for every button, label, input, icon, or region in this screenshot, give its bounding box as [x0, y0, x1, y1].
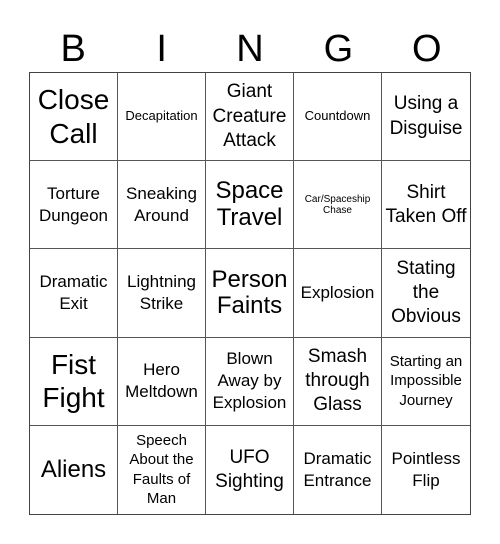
bingo-cell[interactable]: Dramatic Exit [30, 249, 118, 338]
bingo-cell[interactable]: UFO Sighting [206, 425, 294, 514]
bingo-cell[interactable]: Lightning Strike [118, 249, 206, 338]
bingo-cell[interactable]: Sneaking Around [118, 161, 206, 250]
bingo-cell[interactable]: Shirt Taken Off [382, 161, 470, 250]
bingo-cell[interactable]: Countdown [294, 73, 382, 162]
bingo-cell[interactable]: Giant Creature Attack [206, 73, 294, 162]
header-letter-b: B [60, 28, 86, 70]
bingo-cell[interactable]: Fist Fight [30, 337, 118, 426]
bingo-cell[interactable]: Car/Spaceship Chase [294, 161, 382, 250]
bingo-cell[interactable]: Pointless Flip [382, 426, 470, 514]
bingo-cell[interactable]: Person Faints [206, 249, 294, 338]
bingo-cell[interactable]: Aliens [30, 425, 118, 514]
bingo-cell[interactable]: Speech About the Faults of Man [118, 425, 206, 514]
bingo-cell[interactable]: Using a Disguise [382, 73, 470, 162]
header-letter-i: I [156, 28, 167, 70]
bingo-cell[interactable]: Decapitation [118, 73, 206, 162]
header-letter-o: O [412, 28, 442, 70]
bingo-cell[interactable]: Starting an Impossible Journey [382, 338, 470, 426]
bingo-cell[interactable]: Torture Dungeon [30, 161, 118, 250]
header-letter-n: N [236, 28, 264, 70]
bingo-cell[interactable]: Close Call [30, 73, 118, 162]
bingo-cell[interactable]: Blown Away by Explosion [206, 337, 294, 426]
bingo-header: B I N G O [29, 26, 471, 72]
header-letter-g: G [323, 28, 354, 70]
bingo-grid: Close Call Decapitation Giant Creature A… [29, 72, 471, 515]
bingo-cell[interactable]: Dramatic Entrance [294, 425, 382, 514]
bingo-cell[interactable]: Explosion [294, 249, 382, 338]
bingo-cell[interactable]: Smash through Glass [294, 337, 382, 426]
bingo-cell[interactable]: Stating the Obvious [382, 249, 470, 338]
bingo-cell[interactable]: Space Travel [206, 161, 294, 250]
bingo-cell[interactable]: Hero Meltdown [118, 337, 206, 426]
